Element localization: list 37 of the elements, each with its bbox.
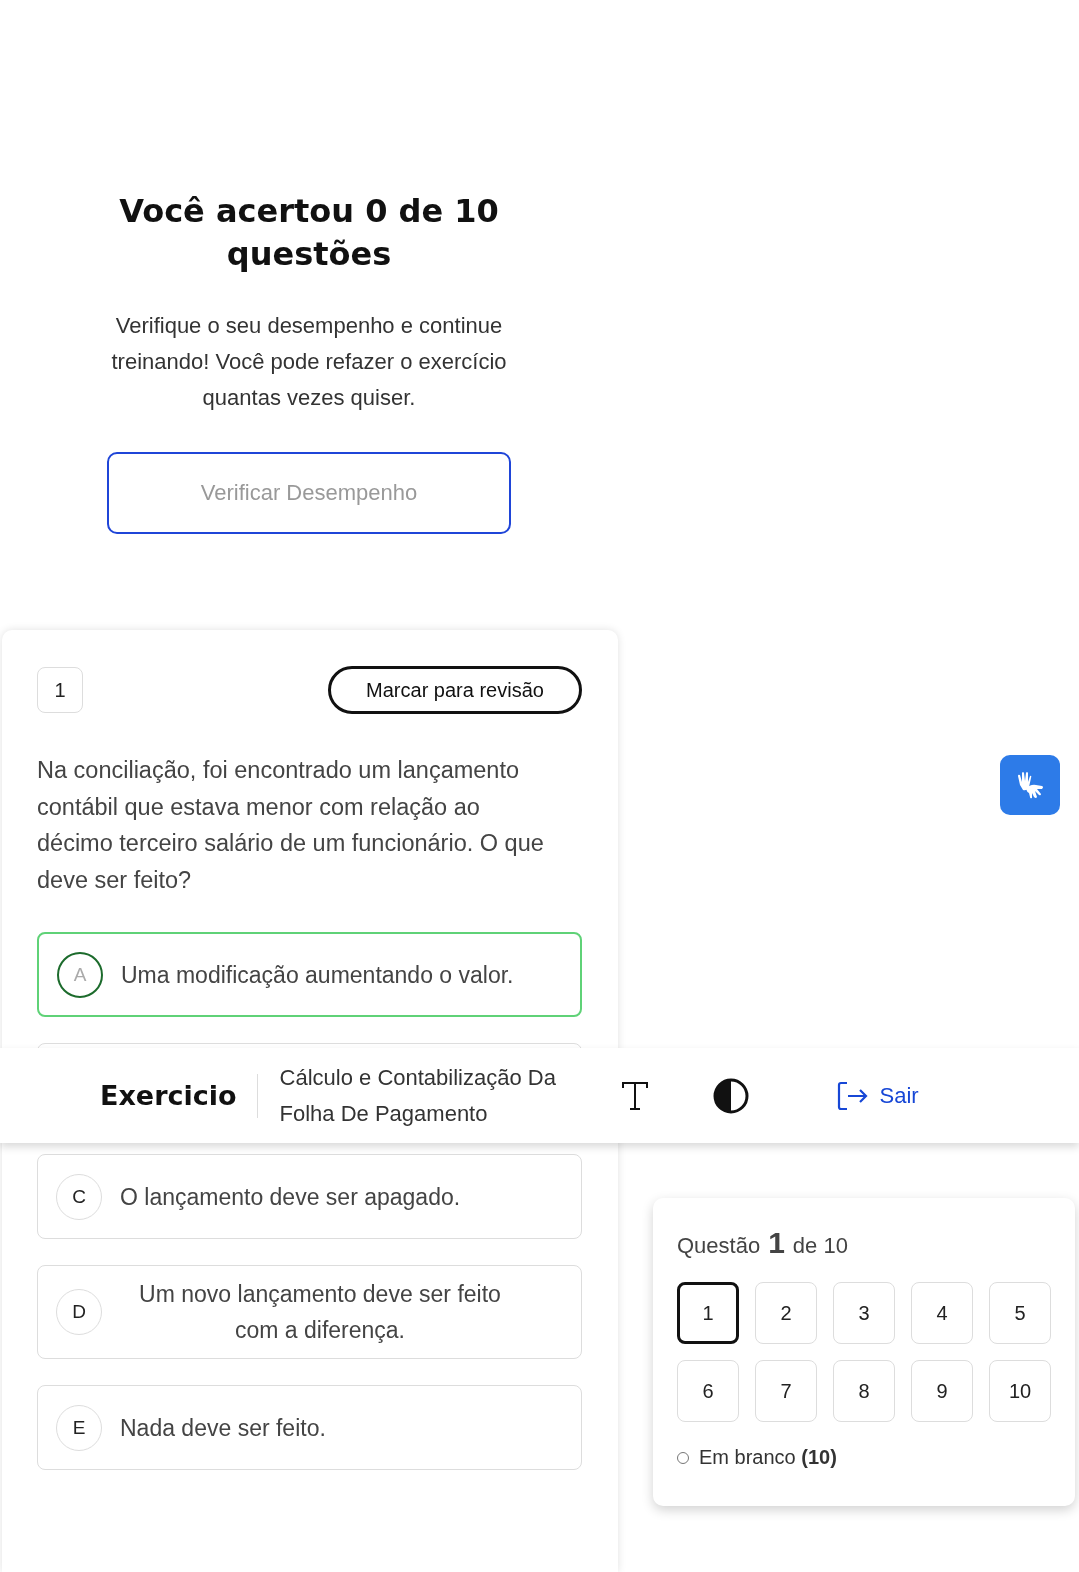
exit-icon: [835, 1079, 870, 1112]
question-button[interactable]: 8: [833, 1360, 895, 1422]
answer-option[interactable]: C O lançamento deve ser apagado.: [37, 1154, 582, 1239]
question-button[interactable]: 7: [755, 1360, 817, 1422]
font-size-button[interactable]: [619, 1079, 650, 1112]
question-button[interactable]: 3: [833, 1282, 895, 1344]
option-text: Nada deve ser feito.: [120, 1413, 327, 1443]
exercise-title: Exercicio: [100, 1073, 258, 1118]
review-button[interactable]: Marcar para revisão: [328, 666, 582, 714]
text-size-icon: [619, 1079, 650, 1112]
exit-link[interactable]: Sair: [835, 1079, 919, 1112]
question-button[interactable]: 10: [989, 1360, 1051, 1422]
sign-language-button[interactable]: [1000, 755, 1060, 815]
blank-count: Em branco (10): [699, 1446, 837, 1469]
navigator-label: Questão: [677, 1233, 761, 1259]
result-message: Verifique o seu desempenho e continue treinando! Você pode refazer o exercício quantas vezes quiser.: [110, 312, 508, 412]
current-question: 1: [768, 1226, 785, 1260]
question-total: de 10: [792, 1233, 848, 1259]
question-button[interactable]: 2: [755, 1282, 817, 1344]
exercise-subject: Cálculo e Contabilização Da Folha De Pagamento: [279, 1063, 557, 1128]
answer-option[interactable]: D Um novo lançamento deve ser feito com a diferença.: [37, 1265, 582, 1359]
contrast-icon: [711, 1076, 750, 1115]
contrast-button[interactable]: [711, 1076, 750, 1115]
question-button[interactable]: 5: [989, 1282, 1051, 1344]
question-button[interactable]: 9: [911, 1360, 973, 1422]
answer-option[interactable]: A Uma modificação aumentando o valor.: [37, 932, 582, 1017]
option-text: Uma modificação aumentando o valor.: [121, 960, 515, 990]
answer-option[interactable]: E Nada deve ser feito.: [37, 1385, 582, 1470]
result-title: Você acertou 0 de 10 questões: [118, 191, 500, 275]
question-text: Na conciliação, foi encontrado um lançamento contábil que estava menor com relação ao décimo terceiro salário de um funcionário. O que deve ser feito?: [37, 756, 545, 895]
question-button[interactable]: 4: [911, 1282, 973, 1344]
question-button[interactable]: 6: [677, 1360, 739, 1422]
question-button[interactable]: 1: [677, 1282, 739, 1344]
question-number: 1: [37, 667, 83, 713]
option-text: O lançamento deve ser apagado.: [120, 1182, 462, 1212]
option-letter: A: [57, 951, 103, 998]
option-text: Um novo lançamento deve ser feito com a diferença.: [138, 1280, 502, 1345]
